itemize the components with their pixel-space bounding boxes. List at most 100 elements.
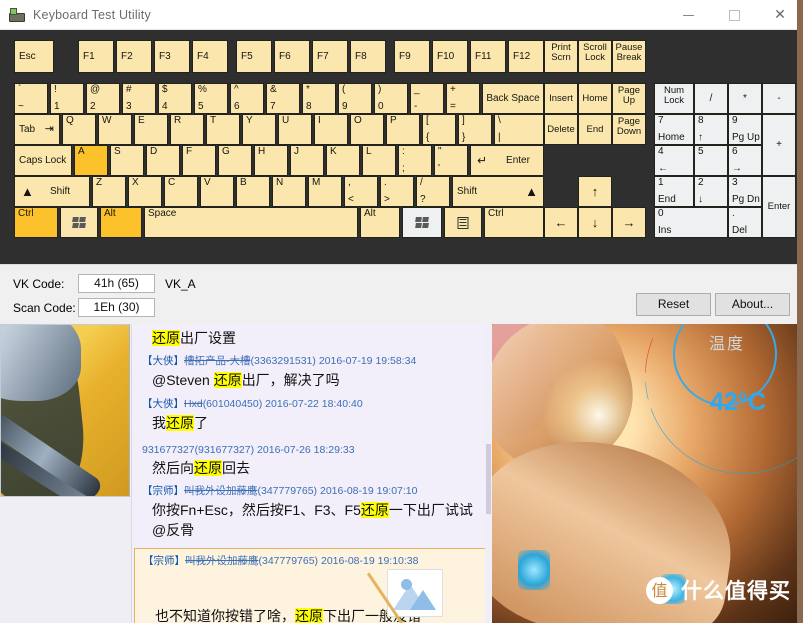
user-avatar-thumbnail[interactable] [0, 324, 130, 497]
key-pause-break[interactable]: Pause Break [612, 40, 646, 73]
key-arrow-up[interactable]: ↑ [578, 176, 612, 207]
broken-image-placeholder-icon[interactable] [366, 568, 443, 623]
key-8[interactable]: * 8 [302, 83, 336, 114]
key-d[interactable]: D [146, 145, 180, 176]
about-button[interactable]: About... [715, 293, 790, 316]
key-l[interactable]: L [362, 145, 396, 176]
key-numpad-minus[interactable]: - [762, 83, 796, 114]
key-w[interactable]: W [98, 114, 132, 145]
key-space[interactable]: Space [144, 207, 358, 238]
key-e[interactable]: E [134, 114, 168, 145]
key-equals[interactable]: + = [446, 83, 480, 114]
key-ctrl-left[interactable]: Ctrl [14, 207, 58, 238]
key-u[interactable]: U [278, 114, 312, 145]
key-numpad-enter[interactable]: Enter [762, 176, 796, 238]
key-shift-right[interactable]: Shift ▲ [452, 176, 544, 207]
key-arrow-right[interactable]: → [612, 207, 646, 238]
key-s[interactable]: S [110, 145, 144, 176]
key-f5[interactable]: F5 [236, 40, 272, 73]
key-backtick[interactable]: ` ~ [14, 83, 48, 114]
key-f4[interactable]: F4 [192, 40, 228, 73]
key-f9[interactable]: F9 [394, 40, 430, 73]
key-f10[interactable]: F10 [432, 40, 468, 73]
scrollbar-thumb[interactable] [486, 444, 491, 514]
key-numpad-divide[interactable]: / [694, 83, 728, 114]
key-end[interactable]: End [578, 114, 612, 145]
key-numpad-7[interactable]: 7 Home [654, 114, 694, 145]
key-caps-lock[interactable]: Caps Lock [14, 145, 72, 176]
key-x[interactable]: X [128, 176, 162, 207]
key-f1[interactable]: F1 [78, 40, 114, 73]
key-p[interactable]: P [386, 114, 420, 145]
key-6[interactable]: ^ 6 [230, 83, 264, 114]
key-backspace[interactable]: Back Space [482, 83, 544, 114]
key-k[interactable]: K [326, 145, 360, 176]
key-2[interactable]: @2 [86, 83, 120, 114]
key-numpad-6[interactable]: 6 → [728, 145, 762, 176]
key-b[interactable]: B [236, 176, 270, 207]
key-numpad-0[interactable]: 0 Ins [654, 207, 728, 238]
key-1[interactable]: ! 1 [50, 83, 84, 114]
key-alt-right[interactable]: Alt [360, 207, 400, 238]
key-backslash[interactable]: \ | [494, 114, 544, 145]
key-numpad-multiply[interactable]: * [728, 83, 762, 114]
key-j[interactable]: J [290, 145, 324, 176]
key-tab[interactable]: Tab ⇥ [14, 114, 60, 145]
key-numpad-9[interactable]: 9 Pg Up [728, 114, 762, 145]
reset-button[interactable]: Reset [636, 293, 711, 316]
key-numpad-5[interactable]: 5 [694, 145, 728, 176]
key-arrow-down[interactable]: ↓ [578, 207, 612, 238]
key-0[interactable]: ) 0 [374, 83, 408, 114]
key-m[interactable]: M [308, 176, 342, 207]
key-numpad-8[interactable]: 8 ↑ [694, 114, 728, 145]
key-numpad-2[interactable]: 2 ↓ [694, 176, 728, 207]
key-f8[interactable]: F8 [350, 40, 386, 73]
key-minus[interactable]: _ - [410, 83, 444, 114]
key-bracket-left[interactable]: [{ [422, 114, 456, 145]
key-4[interactable]: $4 [158, 83, 192, 114]
key-comma[interactable]: , < [344, 176, 378, 207]
key-y[interactable]: Y [242, 114, 276, 145]
key-o[interactable]: O [350, 114, 384, 145]
key-t[interactable]: T [206, 114, 240, 145]
key-v[interactable]: V [200, 176, 234, 207]
key-scroll-lock[interactable]: Scroll Lock [578, 40, 612, 73]
key-5[interactable]: % 5 [194, 83, 228, 114]
key-page-up[interactable]: Page Up [612, 83, 646, 114]
key-g[interactable]: G [218, 145, 252, 176]
key-print-screen[interactable]: Print Scrn [544, 40, 578, 73]
key-3[interactable]: #3 [122, 83, 156, 114]
key-insert[interactable]: Insert [544, 83, 578, 114]
key-n[interactable]: N [272, 176, 306, 207]
key-r[interactable]: R [170, 114, 204, 145]
key-f3[interactable]: F3 [154, 40, 190, 73]
key-esc[interactable]: Esc [14, 40, 54, 73]
key-a[interactable]: A [74, 145, 108, 176]
key-home[interactable]: Home [578, 83, 612, 114]
key-semicolon[interactable]: :; [398, 145, 432, 176]
key-arrow-left[interactable]: ← [544, 207, 578, 238]
chat-scrollbar[interactable] [485, 324, 492, 623]
key-f[interactable]: F [182, 145, 216, 176]
key-alt-left[interactable]: Alt [100, 207, 142, 238]
key-period[interactable]: . > [380, 176, 414, 207]
key-numpad-1[interactable]: 1 End [654, 176, 694, 207]
key-numpad-plus[interactable]: + [762, 114, 796, 176]
key-slash[interactable]: /? [416, 176, 450, 207]
key-num-lock[interactable]: Num Lock [654, 83, 694, 114]
key-delete[interactable]: Delete [544, 114, 578, 145]
key-z[interactable]: Z [92, 176, 126, 207]
key-f7[interactable]: F7 [312, 40, 348, 73]
key-numpad-4[interactable]: 4 ← [654, 145, 694, 176]
minimize-button[interactable] [665, 0, 711, 30]
key-enter[interactable]: ↵ Enter [470, 145, 544, 176]
key-context-menu[interactable] [444, 207, 482, 238]
key-numpad-decimal[interactable]: . Del [728, 207, 762, 238]
key-h[interactable]: H [254, 145, 288, 176]
key-9[interactable]: (9 [338, 83, 372, 114]
key-shift-left[interactable]: ▲ Shift [14, 176, 90, 207]
key-quote[interactable]: " ' [434, 145, 468, 176]
key-win-left[interactable] [60, 207, 98, 238]
key-bracket-right[interactable]: ]} [458, 114, 492, 145]
list-item[interactable]: 【宗师】叫我外设加藤鹰(347779765) 2016-08-19 19:10:… [134, 547, 488, 623]
